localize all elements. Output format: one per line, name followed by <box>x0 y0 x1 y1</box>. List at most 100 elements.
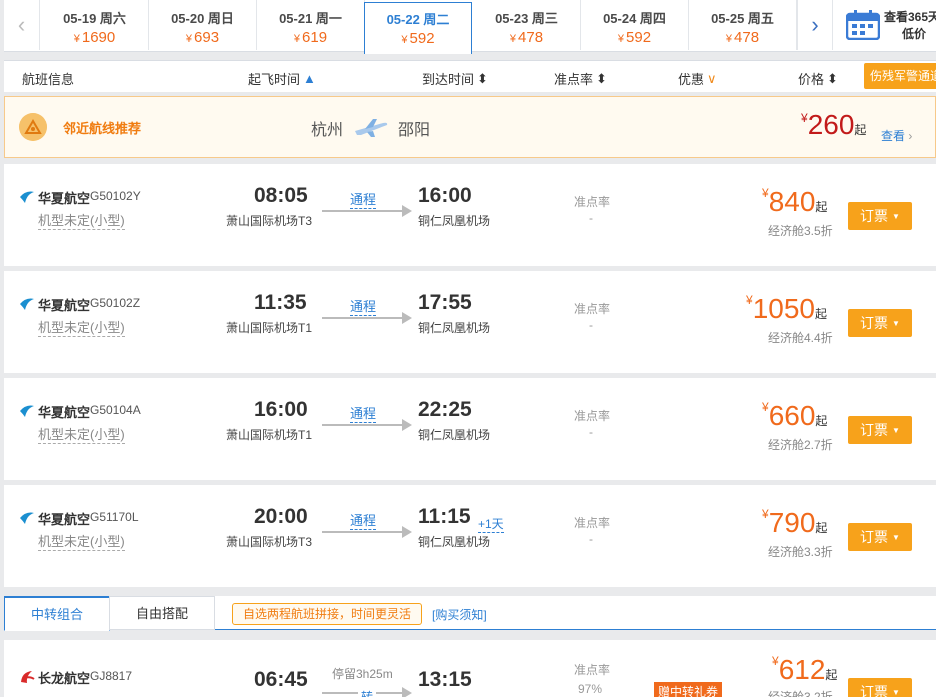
arrival-airport: 铜仁凤凰机场 <box>418 428 491 442</box>
airline-name: 华夏航空 <box>38 298 91 313</box>
cabin-discount: 经济舱3.3折 <box>768 545 833 559</box>
purchase-notice-link[interactable]: [购买须知] <box>432 606 487 623</box>
next-date-arrow-icon[interactable]: › <box>797 0 833 50</box>
departure-airport: 萧山国际机场T1 <box>226 428 313 442</box>
book-button[interactable]: 订票 ▼ <box>848 309 912 337</box>
airline-logo-icon <box>20 191 34 203</box>
caret-down-icon: ▼ <box>892 212 900 221</box>
book-button[interactable]: 订票 ▼ <box>848 416 912 444</box>
route-arrow-icon <box>402 687 412 697</box>
chevron-right-icon: › <box>908 129 913 143</box>
arrival-airport: 铜仁凤凰机场 <box>418 321 491 335</box>
airline-logo-icon <box>21 671 35 683</box>
nearby-route-banner: 邻近航线推荐 杭州 邵阳 ¥260起 查看 › <box>4 96 936 158</box>
low-price-calendar[interactable]: 查看365天 低价 <box>842 0 936 50</box>
route-line <box>322 531 410 533</box>
through-route-tag[interactable]: 通程 <box>350 510 377 530</box>
transfer-hint: 自选两程航班拼接，时间更灵活 <box>232 603 423 625</box>
caret-down-icon: ▼ <box>892 319 900 328</box>
ontime-label: 准点率 <box>574 195 611 209</box>
through-route-tag[interactable]: 通程 <box>350 189 377 209</box>
calendar-icon <box>846 10 880 40</box>
date-cell-0521[interactable]: 05-21 周一 ¥619 <box>257 0 365 50</box>
date-label: 05-21 周一 <box>279 11 342 26</box>
date-cell-0525[interactable]: 05-25 周五 ¥478 <box>689 0 797 50</box>
flight-number: G51170L <box>90 510 139 524</box>
arrival-time: 16:00 <box>418 184 472 207</box>
airline-name: 华夏航空 <box>38 512 91 527</box>
aircraft-type[interactable]: 机型未定(小型) <box>38 531 125 551</box>
flight-price: ¥1050起 <box>746 293 827 324</box>
header-flight-info: 航班信息 <box>22 72 75 87</box>
header-discount-label: 优惠 <box>678 72 705 87</box>
through-route-tag[interactable]: 通程 <box>350 296 377 316</box>
cabin-discount: 经济舱3.5折 <box>768 224 833 238</box>
disabled-military-channel-button[interactable]: 伤残军警通道 <box>864 63 936 89</box>
transfer-coupon-tag: 赠中转礼券 <box>654 682 723 697</box>
transfer-tab-bar: 中转组合 自由搭配 自选两程航班拼接，时间更灵活 [购买须知] <box>4 596 936 631</box>
header-ontime-sort[interactable]: 准点率 ⬍ <box>554 69 607 88</box>
flight-number: G50102Y <box>90 189 141 203</box>
prev-date-arrow-icon[interactable]: ‹ <box>4 0 40 50</box>
header-discount-filter[interactable]: 优惠 ∨ <box>678 69 717 88</box>
header-price-sort[interactable]: 价格 ⬍ <box>798 69 838 88</box>
date-cell-0523[interactable]: 05-23 周三 ¥478 <box>473 0 581 50</box>
route-line <box>322 317 410 319</box>
date-price: ¥478 <box>725 29 760 46</box>
date-label: 05-19 周六 <box>63 11 126 26</box>
arrival-airport: 铜仁凤凰机场 <box>418 214 491 228</box>
cabin-discount: 经济舱4.4折 <box>768 331 833 345</box>
flight-price: ¥660起 <box>762 400 828 431</box>
through-route-tag[interactable]: 通程 <box>350 403 377 423</box>
airline-name: 长龙航空 <box>38 671 91 686</box>
arrival-time: 13:15 <box>418 668 472 691</box>
header-arr-time-label: 到达时间 <box>422 72 475 87</box>
date-cell-0520[interactable]: 05-20 周日 ¥693 <box>149 0 257 50</box>
book-button[interactable]: 订票 ▼ <box>848 678 912 697</box>
ontime-label: 准点率 <box>574 409 611 423</box>
nearby-price: ¥260起 <box>801 109 867 140</box>
flight-price: ¥612起 <box>772 654 838 685</box>
date-price: ¥592 <box>617 29 652 46</box>
date-label: 05-25 周五 <box>711 11 774 26</box>
nearby-view-link[interactable]: 查看 › <box>881 127 912 144</box>
tab-free-match[interactable]: 自由搭配 <box>109 596 215 630</box>
book-button[interactable]: 订票 ▼ <box>848 523 912 551</box>
flight-card: 华夏航空 G50102Y 机型未定(小型) 08:05 萧山国际机场T3 通程 … <box>4 164 936 266</box>
flight-card: 华夏航空 G51170L 机型未定(小型) 20:00 萧山国际机场T3 通程 … <box>4 485 936 587</box>
ontime-value: - <box>589 211 593 225</box>
departure-time: 20:00 <box>254 505 308 528</box>
aircraft-type[interactable]: 机型未定(小型) <box>38 210 125 230</box>
tab-transfer-combo[interactable]: 中转组合 <box>4 596 110 631</box>
arrival-airport: 铜仁凤凰机场 <box>418 535 491 549</box>
airline-name: 华夏航空 <box>38 191 91 206</box>
route-line <box>322 210 410 212</box>
transfer-tag: 转 <box>358 688 377 697</box>
date-price: ¥478 <box>509 29 544 46</box>
caret-down-icon: ▼ <box>892 426 900 435</box>
cabin-discount: 经济舱3.2折 <box>768 690 833 697</box>
list-header: 航班信息 起飞时间 ▲ 到达时间 ⬍ 准点率 ⬍ 优惠 ∨ 价格 ⬍ 伤残军警通道 <box>4 60 936 92</box>
route-arrow-icon <box>402 419 412 431</box>
date-cell-0524[interactable]: 05-24 周四 ¥592 <box>581 0 689 50</box>
ontime-value: - <box>589 425 593 439</box>
nearby-route-title: 邻近航线推荐 <box>63 121 142 136</box>
aircraft-type[interactable]: 机型未定(小型) <box>38 317 125 337</box>
date-cell-0522-selected[interactable]: 05-22 周二 ¥592 <box>364 2 472 54</box>
book-button[interactable]: 订票 ▼ <box>848 202 912 230</box>
date-cell-0519[interactable]: 05-19 周六 ¥1690 <box>41 0 149 50</box>
aircraft-type[interactable]: 机型未定(小型) <box>38 424 125 444</box>
plus-one-day-tag[interactable]: +1天 <box>478 515 504 533</box>
flight-number: GJ8817 <box>90 669 133 683</box>
chevron-down-icon: ∨ <box>707 71 717 86</box>
ontime-label: 准点率 <box>574 516 611 530</box>
plane-icon <box>355 119 388 137</box>
departure-time: 16:00 <box>254 398 308 421</box>
sort-icon: ⬍ <box>596 71 607 86</box>
departure-airport: 萧山国际机场T1 <box>226 321 313 335</box>
stopover-duration[interactable]: 停留3h25m <box>332 665 393 682</box>
date-label: 05-23 周三 <box>495 11 558 26</box>
header-arr-time-sort[interactable]: 到达时间 ⬍ <box>422 69 488 88</box>
flight-price: ¥840起 <box>762 186 828 217</box>
header-dep-time-sort[interactable]: 起飞时间 ▲ <box>248 69 316 88</box>
